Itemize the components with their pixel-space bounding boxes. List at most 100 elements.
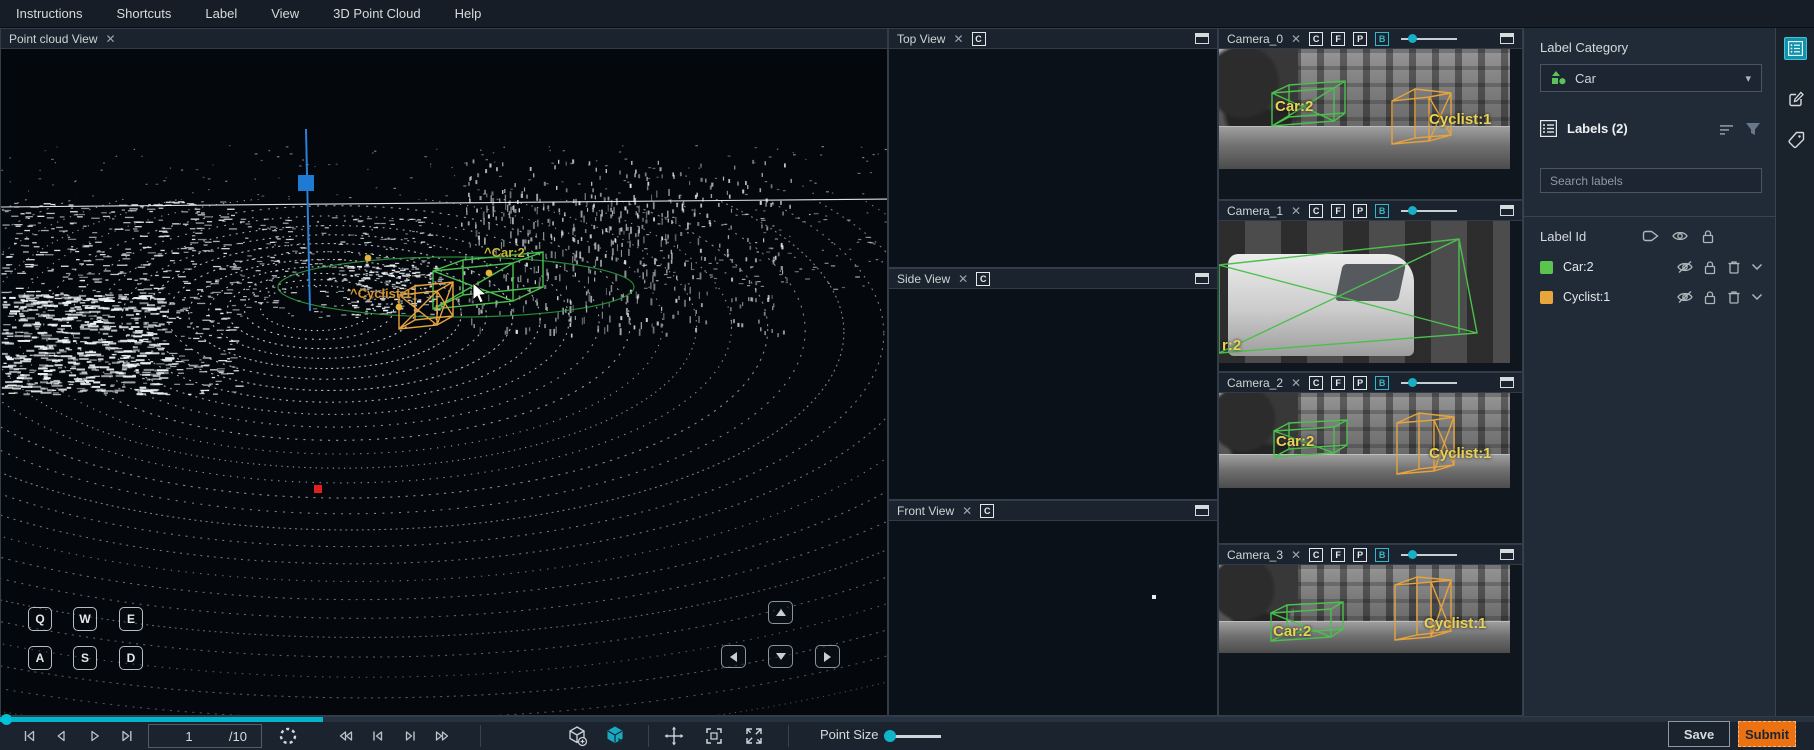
toggle-p-button[interactable]: P [1353, 204, 1367, 218]
move-tool-button[interactable] [662, 725, 686, 747]
pointcloud-viewport[interactable]: ^Car:2 ^Cyclist:1 Q W E A S D [1, 49, 887, 715]
nav-down-button[interactable] [768, 645, 793, 668]
toggle-f-button[interactable]: F [1331, 548, 1345, 562]
close-icon[interactable]: ✕ [1291, 205, 1301, 217]
front-view-viewport[interactable] [889, 521, 1217, 715]
maximize-icon[interactable] [1195, 273, 1209, 284]
label-category-dropdown[interactable]: Car ▾ [1540, 64, 1762, 92]
key-e[interactable]: E [119, 607, 143, 631]
frame-current[interactable]: 1 [149, 729, 229, 744]
fit-frame-button[interactable] [702, 725, 726, 747]
chevron-down-icon[interactable] [1751, 293, 1763, 301]
camera-sync-button[interactable]: C [972, 32, 986, 46]
search-labels-input[interactable] [1540, 168, 1762, 193]
toggle-b-button[interactable]: B [1375, 548, 1389, 562]
toggle-c-button[interactable]: C [1309, 548, 1323, 562]
lock-icon[interactable] [1701, 229, 1715, 244]
toggle-b-button[interactable]: B [1375, 32, 1389, 46]
lock-icon[interactable] [1703, 290, 1717, 305]
image-brightness-slider[interactable] [1401, 382, 1457, 384]
tag-icon[interactable] [1642, 229, 1659, 243]
toggle-b-button[interactable]: B [1375, 376, 1389, 390]
maximize-icon[interactable] [1500, 33, 1514, 44]
toggle-p-button[interactable]: P [1353, 32, 1367, 46]
close-icon[interactable]: ✕ [1291, 377, 1301, 389]
previous-frame-button[interactable] [366, 725, 390, 747]
maximize-icon[interactable] [1500, 205, 1514, 216]
nav-right-button[interactable] [815, 645, 840, 668]
image-brightness-slider[interactable] [1401, 554, 1457, 556]
top-view-viewport[interactable] [889, 49, 1217, 267]
close-icon[interactable]: ✕ [1291, 549, 1301, 561]
toggle-c-button[interactable]: C [1309, 376, 1323, 390]
menu-help[interactable]: Help [455, 6, 482, 21]
filter-icon[interactable] [1745, 122, 1761, 136]
fast-forward-button[interactable] [430, 725, 454, 747]
toggle-c-button[interactable]: C [1309, 32, 1323, 46]
camera-0-image[interactable]: Car:2 Cyclist:1 [1219, 49, 1510, 169]
maximize-icon[interactable] [1500, 377, 1514, 388]
edit-cuboid-button[interactable] [603, 725, 627, 747]
previous-button[interactable] [49, 725, 73, 747]
close-icon[interactable]: ✕ [958, 273, 968, 285]
menu-label[interactable]: Label [205, 6, 237, 21]
label-row-car[interactable]: Car:2 [1540, 256, 1763, 278]
nav-up-button[interactable] [768, 601, 793, 624]
point-size-slider-track[interactable] [893, 735, 941, 738]
trash-icon[interactable] [1727, 260, 1741, 275]
frame-scrubber-progress[interactable] [0, 717, 323, 722]
camera-sync-button[interactable]: C [980, 504, 994, 518]
toggle-f-button[interactable]: F [1331, 376, 1345, 390]
nav-left-button[interactable] [721, 645, 746, 668]
toggle-p-button[interactable]: P [1353, 376, 1367, 390]
submit-button[interactable]: Submit [1738, 721, 1796, 747]
maximize-icon[interactable] [1195, 505, 1209, 516]
close-icon[interactable]: ✕ [962, 505, 972, 517]
camera-sync-button[interactable]: C [976, 272, 990, 286]
toggle-c-button[interactable]: C [1309, 204, 1323, 218]
toggle-f-button[interactable]: F [1331, 204, 1345, 218]
key-a[interactable]: A [28, 646, 52, 670]
labels-panel-button[interactable] [1784, 37, 1807, 60]
menu-view[interactable]: View [271, 6, 299, 21]
maximize-icon[interactable] [1500, 549, 1514, 560]
rewind-button[interactable] [334, 725, 358, 747]
camera-1-image[interactable]: r:2 [1219, 221, 1510, 363]
camera-2-image[interactable]: Car:2 Cyclist:1 [1219, 393, 1510, 488]
menu-3d-point-cloud[interactable]: 3D Point Cloud [333, 6, 420, 21]
key-w[interactable]: W [73, 607, 97, 631]
next-frame-button[interactable] [398, 725, 422, 747]
maximize-icon[interactable] [1195, 33, 1209, 44]
trash-icon[interactable] [1727, 290, 1741, 305]
tags-panel-button[interactable] [1784, 128, 1807, 151]
key-s[interactable]: S [73, 646, 97, 670]
eye-icon[interactable] [1672, 229, 1688, 243]
sort-icon[interactable] [1719, 122, 1735, 136]
camera-3-image[interactable]: Car:2 Cyclist:1 [1219, 565, 1510, 653]
frame-scrubber-handle[interactable] [1, 714, 12, 725]
lock-icon[interactable] [1703, 260, 1717, 275]
key-d[interactable]: D [119, 646, 143, 670]
menu-shortcuts[interactable]: Shortcuts [116, 6, 171, 21]
menu-instructions[interactable]: Instructions [16, 6, 82, 21]
eye-off-icon[interactable] [1677, 290, 1693, 304]
point-size-slider-handle[interactable] [884, 730, 896, 742]
toggle-p-button[interactable]: P [1353, 548, 1367, 562]
skip-to-start-button[interactable] [17, 725, 41, 747]
skip-to-end-button[interactable] [115, 725, 139, 747]
edit-panel-button[interactable] [1784, 87, 1807, 110]
eye-off-icon[interactable] [1677, 260, 1693, 274]
toggle-f-button[interactable]: F [1331, 32, 1345, 46]
fullscreen-button[interactable] [742, 725, 766, 747]
chevron-down-icon[interactable] [1751, 263, 1763, 271]
image-brightness-slider[interactable] [1401, 210, 1457, 212]
close-icon[interactable]: ✕ [953, 33, 963, 45]
image-brightness-slider[interactable] [1401, 38, 1457, 40]
key-q[interactable]: Q [28, 607, 52, 631]
side-view-viewport[interactable] [889, 289, 1217, 499]
add-cuboid-button[interactable] [565, 725, 589, 747]
save-button[interactable]: Save [1668, 721, 1730, 747]
frame-counter[interactable]: 1 /10 [148, 724, 262, 748]
toggle-b-button[interactable]: B [1375, 204, 1389, 218]
label-row-cyclist[interactable]: Cyclist:1 [1540, 286, 1763, 308]
